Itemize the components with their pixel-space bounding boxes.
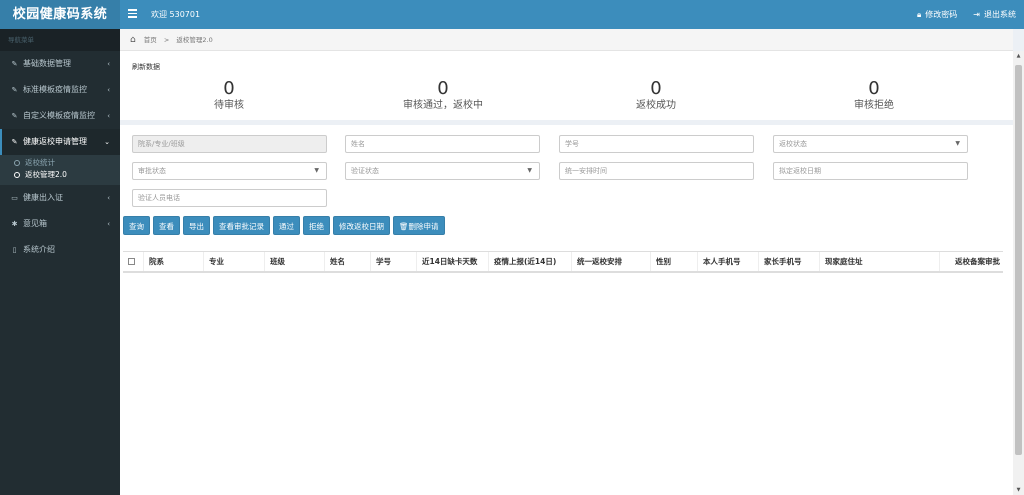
stat-returned: 0 返校成功 [576, 79, 736, 113]
verifier-phone-input[interactable]: 验证人员电话 [132, 189, 327, 207]
pen-icon: ✎ [11, 60, 18, 68]
welcome-text: 欢迎 530701 [151, 10, 201, 19]
reject-button[interactable]: 拒绝 [303, 216, 330, 235]
stat-approved: 0 审核通过，返校中 [363, 79, 523, 113]
pen-icon: ✎ [11, 138, 18, 146]
caret-down-icon: ▼ [955, 140, 960, 147]
change-password-link[interactable]: 🔒︎ 修改密码 [917, 0, 957, 29]
return-status-select[interactable]: 返校状态 ▼ [773, 135, 968, 153]
delete-button[interactable]: 🗑︎删除申请 [393, 216, 445, 235]
page-scrollbar[interactable]: ▲ ▼ [1013, 51, 1024, 495]
query-button[interactable]: 查询 [123, 216, 150, 235]
col-unified-arrangement[interactable]: 统一返校安排 [572, 252, 651, 271]
stat-label: 返校成功 [636, 100, 676, 111]
main-content: 刷新数据 0 待审核 0 审核通过，返校中 0 返校成功 0 审核拒绝 院系/专… [120, 51, 1013, 495]
sidebar-subitem-return-management-2[interactable]: 返校管理2.0 [0, 169, 120, 181]
sidebar-submenu: 返校统计 返校管理2.0 [0, 155, 120, 185]
col-parent-phone[interactable]: 家长手机号 [759, 252, 820, 271]
sidebar: 导航菜单 ✎ 基础数据管理 ‹ ✎ 标准模板疫情监控 ‹ ✎ 自定义模板疫情监控 ‹ … [0, 29, 120, 495]
col-class[interactable]: 班级 [265, 252, 325, 271]
col-student-id[interactable]: 学号 [371, 252, 417, 271]
view-records-button[interactable]: 查看审批记录 [213, 216, 270, 235]
select-all-checkbox[interactable] [123, 252, 144, 271]
col-dept[interactable]: 院系 [144, 252, 204, 271]
approval-status-select[interactable]: 审批状态 ▼ [132, 162, 327, 180]
table-header: 院系 专业 班级 姓名 学号 近14日缺卡天数 疫情上报(近14日) 统一返校安… [123, 251, 1003, 273]
circle-icon [14, 172, 20, 178]
sidebar-item-standard-monitor[interactable]: ✎ 标准模板疫情监控 ‹ [0, 77, 120, 103]
view-button[interactable]: 查看 [153, 216, 180, 235]
app-logo[interactable]: 校园健康码系统 [0, 0, 120, 29]
dept-input[interactable]: 院系/专业/班级 [132, 135, 327, 153]
sidebar-subitem-return-stats[interactable]: 返校统计 [0, 157, 120, 169]
trash-icon: 🗑︎ [399, 222, 409, 231]
stat-value: 0 [650, 78, 662, 99]
caret-down-icon: ▼ [527, 167, 532, 174]
lock-icon: 🔒︎ [917, 10, 922, 19]
pen-icon: ✎ [11, 86, 18, 94]
stat-label: 待审核 [214, 100, 244, 111]
chevron-down-icon: ⌄ [104, 138, 110, 146]
stat-value: 0 [868, 78, 880, 99]
file-icon: ▯ [12, 246, 17, 254]
action-toolbar: 查询 查看 导出 查看审批记录 通过 拒绝 修改返校日期 🗑︎删除申请 [123, 216, 445, 235]
breadcrumb-home[interactable]: 首页 [144, 36, 157, 44]
section-divider [120, 120, 1013, 125]
breadcrumb: ⌂ 首页 > 返校管理2.0 [120, 29, 1013, 51]
breadcrumb-current: 返校管理2.0 [176, 36, 213, 44]
scroll-up-arrow-icon[interactable]: ▲ [1013, 51, 1024, 61]
top-navbar: 校园健康码系统 欢迎 530701 🔒︎ 修改密码 ⇥ 退出系统 [0, 0, 1024, 29]
chevron-left-icon: ‹ [107, 194, 110, 202]
approve-button[interactable]: 通过 [273, 216, 300, 235]
menu-toggle-icon[interactable] [128, 9, 137, 18]
verify-status-select[interactable]: 验证状态 ▼ [345, 162, 540, 180]
schedule-time-input[interactable]: 统一安排时间 [559, 162, 754, 180]
chevron-left-icon: ‹ [107, 60, 110, 68]
breadcrumb-separator: > [163, 36, 170, 44]
sidebar-item-suggestion-box[interactable]: ✱ 意见箱 ‹ [0, 211, 120, 237]
student-id-input[interactable]: 学号 [559, 135, 754, 153]
stat-value: 0 [437, 78, 449, 99]
logout-link[interactable]: ⇥ 退出系统 [973, 0, 1016, 29]
scroll-thumb[interactable] [1015, 65, 1022, 455]
col-major[interactable]: 专业 [204, 252, 265, 271]
col-home-address[interactable]: 现家庭住址 [820, 252, 940, 271]
export-button[interactable]: 导出 [183, 216, 210, 235]
col-name[interactable]: 姓名 [325, 252, 371, 271]
id-card-icon: ▭ [11, 194, 18, 202]
scroll-down-arrow-icon[interactable]: ▼ [1013, 485, 1024, 495]
gear-icon: ✱ [11, 220, 18, 228]
stat-label: 审核拒绝 [854, 100, 894, 111]
sidebar-item-basic-data[interactable]: ✎ 基础数据管理 ‹ [0, 51, 120, 77]
sidebar-item-return-management[interactable]: ✎ 健康返校申请管理 ⌄ [0, 129, 120, 155]
name-input[interactable]: 姓名 [345, 135, 540, 153]
modify-date-button[interactable]: 修改返校日期 [333, 216, 390, 235]
circle-icon [14, 160, 20, 166]
sidebar-item-system-intro[interactable]: ▯ 系统介绍 [0, 237, 120, 263]
col-own-phone[interactable]: 本人手机号 [698, 252, 759, 271]
pen-icon: ✎ [11, 112, 18, 120]
col-gender[interactable]: 性别 [651, 252, 698, 271]
sidebar-item-custom-monitor[interactable]: ✎ 自定义模板疫情监控 ‹ [0, 103, 120, 129]
planned-date-input[interactable]: 拟定返校日期 [773, 162, 968, 180]
sidebar-item-health-pass[interactable]: ▭ 健康出入证 ‹ [0, 185, 120, 211]
chevron-left-icon: ‹ [107, 220, 110, 228]
col-epidemic-report[interactable]: 疫情上报(近14日) [489, 252, 572, 271]
stat-pending: 0 待审核 [149, 79, 309, 113]
col-missed-days[interactable]: 近14日缺卡天数 [417, 252, 489, 271]
col-return-approval[interactable]: 返校备案审批 [940, 252, 1003, 271]
stat-rejected: 0 审核拒绝 [794, 79, 954, 113]
nav-header: 导航菜单 [0, 29, 120, 51]
caret-down-icon: ▼ [314, 167, 319, 174]
checkbox-icon [128, 258, 135, 265]
chevron-left-icon: ‹ [107, 112, 110, 120]
logout-icon: ⇥ [973, 10, 980, 19]
chevron-left-icon: ‹ [107, 86, 110, 94]
stat-value: 0 [223, 78, 235, 99]
home-icon[interactable]: ⌂ [130, 35, 136, 45]
stat-label: 审核通过，返校中 [403, 100, 483, 111]
refresh-data-link[interactable]: 刷新数据 [132, 62, 160, 72]
top-actions: 🔒︎ 修改密码 ⇥ 退出系统 [917, 0, 1016, 29]
